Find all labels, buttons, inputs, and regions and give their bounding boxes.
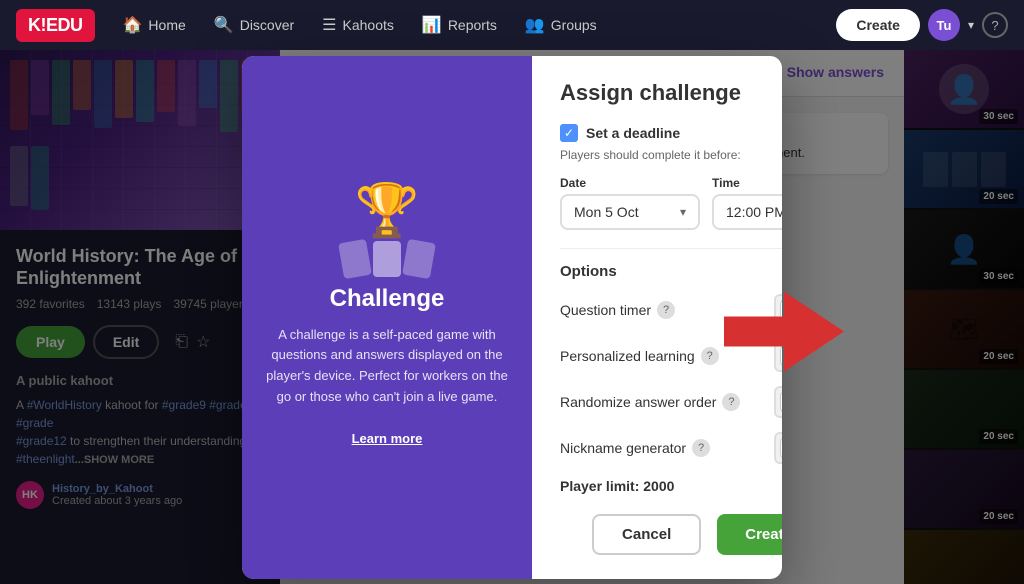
nav-item-reports[interactable]: 📊 Reports [410, 9, 509, 41]
player-limit: Player limit: 2000 [560, 478, 782, 494]
navbar: K!EDU 🏠 Home 🔍 Discover ☰ Kahoots 📊 Repo… [0, 0, 1024, 50]
challenge-info-panel: 🏆 Challenge A challenge is a self-paced … [242, 56, 532, 579]
option-row-question-timer: Question timer ? OFF [560, 294, 782, 326]
time-label: Time [712, 176, 782, 190]
date-time-row: Date Mon 5 Oct ▾ Time 12:00 PM ▾ [560, 176, 782, 230]
assign-challenge-modal: 🏆 Challenge A challenge is a self-paced … [242, 56, 782, 579]
time-value: 12:00 PM [726, 204, 782, 220]
kahoots-icon: ☰ [322, 15, 336, 35]
chevron-down-icon[interactable]: ▾ [968, 18, 974, 32]
trophy-icon: 🏆 [341, 185, 433, 237]
randomize-label: Randomize answer order [560, 394, 716, 410]
avatar: Tu [928, 9, 960, 41]
discover-icon: 🔍 [214, 15, 234, 35]
personalized-toggle[interactable]: OFF [774, 340, 782, 372]
home-icon: 🏠 [123, 15, 143, 35]
challenge-description: A challenge is a self-paced game with qu… [262, 325, 512, 450]
modal-overlay: 🏆 Challenge A challenge is a self-paced … [0, 50, 1024, 584]
deadline-row: ✓ Set a deadline [560, 124, 782, 142]
option-row-randomize: Randomize answer order ? OFF [560, 386, 782, 418]
modal-form: × Assign challenge ✓ Set a deadline Play… [532, 56, 782, 579]
nav-item-kahoots[interactable]: ☰ Kahoots [310, 9, 406, 41]
modal-create-button[interactable]: Create [717, 514, 782, 555]
groups-icon: 👥 [525, 15, 545, 35]
date-select[interactable]: Mon 5 Oct ▾ [560, 194, 700, 230]
reports-icon: 📊 [422, 15, 442, 35]
question-timer-label: Question timer [560, 302, 651, 318]
challenge-title: Challenge [330, 285, 445, 313]
option-row-personalized: Personalized learning ? OFF [560, 340, 782, 372]
deadline-checkbox[interactable]: ✓ [560, 124, 578, 142]
deadline-label: Set a deadline [586, 125, 680, 141]
question-timer-info-icon[interactable]: ? [657, 301, 675, 319]
options-title: Options [560, 263, 782, 280]
nickname-info-icon[interactable]: ? [692, 439, 710, 457]
randomize-toggle[interactable]: OFF [774, 386, 782, 418]
nav-logo: K!EDU [16, 9, 95, 42]
nav-item-home[interactable]: 🏠 Home [111, 9, 198, 41]
nickname-label: Nickname generator [560, 440, 686, 456]
randomize-info-icon[interactable]: ? [722, 393, 740, 411]
personalized-info-icon[interactable]: ? [701, 347, 719, 365]
modal-title: Assign challenge [560, 80, 782, 106]
date-chevron-icon: ▾ [680, 205, 686, 219]
time-select[interactable]: 12:00 PM ▾ [712, 194, 782, 230]
create-button[interactable]: Create [836, 9, 920, 41]
deadline-subtitle: Players should complete it before: [560, 148, 782, 162]
player-limit-value: 2000 [643, 478, 674, 494]
learn-more-link[interactable]: Learn more [352, 431, 423, 446]
main-content: World History: The Age of Enlightenment … [0, 50, 1024, 584]
date-field-group: Date Mon 5 Oct ▾ [560, 176, 700, 230]
question-timer-toggle[interactable]: OFF [774, 294, 782, 326]
date-value: Mon 5 Oct [574, 204, 639, 220]
date-label: Date [560, 176, 700, 190]
cards-icon [341, 241, 433, 277]
nav-item-discover[interactable]: 🔍 Discover [202, 9, 306, 41]
option-row-nickname: Nickname generator ? OFF [560, 432, 782, 464]
nav-item-groups[interactable]: 👥 Groups [513, 9, 609, 41]
time-field-group: Time 12:00 PM ▾ [712, 176, 782, 230]
nickname-toggle[interactable]: OFF [774, 432, 782, 464]
modal-buttons: Cancel Create [560, 514, 782, 555]
help-icon[interactable]: ? [982, 12, 1008, 38]
nav-right: Create Tu ▾ ? [836, 9, 1008, 41]
cancel-button[interactable]: Cancel [592, 514, 701, 555]
personalized-learning-label: Personalized learning [560, 348, 695, 364]
